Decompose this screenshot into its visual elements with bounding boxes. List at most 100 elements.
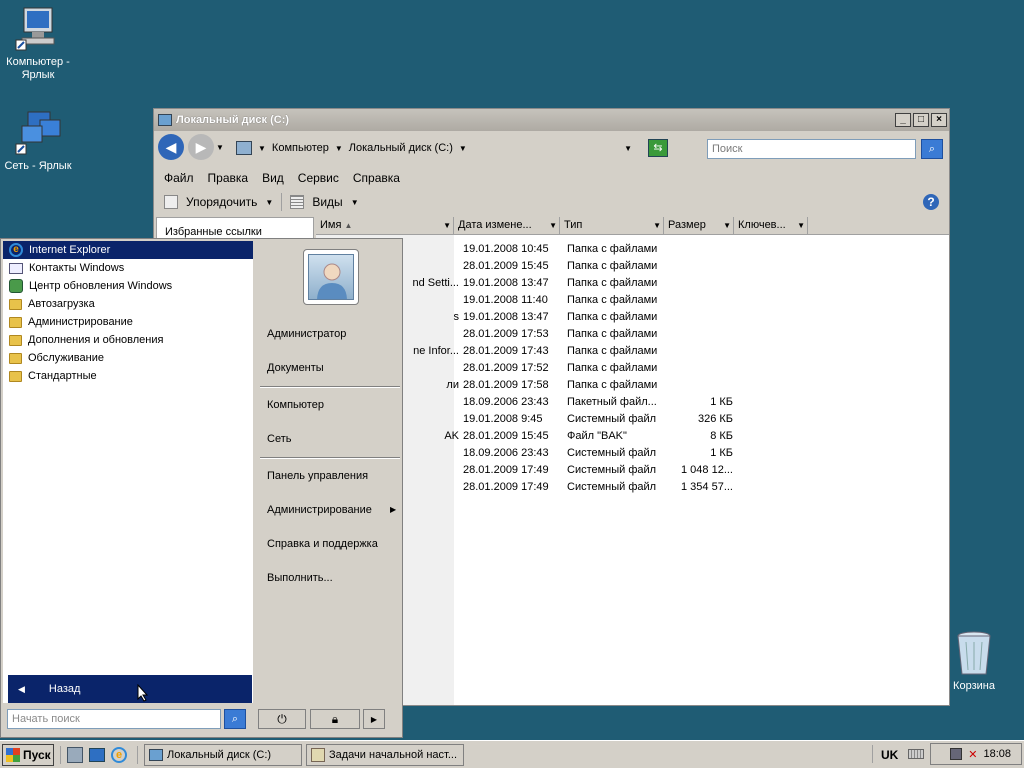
table-row[interactable]: nd Setti... 19.01.2008 13:47 Папка с файла… [316,277,949,294]
views-button[interactable]: Виды [312,195,342,209]
start-item-administrator[interactable]: Администратор [267,328,346,340]
desktop-icon-network[interactable]: Сеть - Ярлык [0,110,76,173]
back-button[interactable]: ◀ Назад [8,675,252,703]
folder-icon [9,316,22,328]
title-bar[interactable]: Локальный диск (C:) _ □ × [154,109,949,131]
breadcrumb-drive[interactable]: Локальный диск (C:) [349,142,453,154]
file-type: Папка с файлами [567,379,658,391]
table-row[interactable]: 28.01.2009 17:53 Папка с файлами [316,328,949,345]
table-row[interactable]: 28.01.2009 17:52 Папка с файлами [316,362,949,379]
refresh-icon[interactable]: ⇆ [648,139,668,157]
power-button[interactable]: ⏻ [258,709,306,729]
menu-edit[interactable]: Правка [208,171,249,185]
close-button[interactable]: × [931,113,947,127]
table-row[interactable]: 19.01.2008 9:45 Системный файл 326 КБ [316,413,949,430]
program-item[interactable]: Автозагрузка [3,295,253,313]
views-dropdown-icon[interactable]: ▼ [351,198,359,207]
program-item[interactable]: e Internet Explorer [3,241,253,259]
shutdown-options-button[interactable]: ▶ [363,709,385,729]
start-item-help[interactable]: Справка и поддержка [267,538,378,550]
column-size[interactable]: Размер ▼ [664,217,734,234]
lock-button[interactable]: 🔒︎ [310,709,360,729]
volume-muted-icon[interactable]: ✕ [968,748,977,761]
start-button[interactable]: Пуск [2,743,54,766]
help-icon[interactable]: ? [923,194,939,210]
window-title: Локальный диск (C:) [176,114,290,126]
program-item[interactable]: Стандартные [3,367,253,385]
file-size: 1 048 12... [681,464,733,476]
start-item-network[interactable]: Сеть [267,433,291,445]
table-row[interactable]: AK 28.01.2009 15:45 Файл "BAK" 8 КБ [316,430,949,447]
minimize-button[interactable]: _ [895,113,911,127]
organize-dropdown-icon[interactable]: ▼ [265,198,273,207]
ie-quicklaunch-icon[interactable]: e [111,746,127,763]
address-dropdown-icon[interactable]: ▼ [624,144,632,153]
table-row[interactable]: 18.09.2006 23:43 Системный файл 1 КБ [316,447,949,464]
organize-button[interactable]: Упорядочить [186,195,257,209]
start-item-documents[interactable]: Документы [267,362,324,374]
desktop-icon-computer[interactable]: Компьютер - Ярлык [0,6,76,82]
start-item-administration[interactable]: Администрирование [267,504,372,516]
table-row[interactable]: ne Infor... 28.01.2009 17:43 Папка с файла… [316,345,949,362]
network-status-icon[interactable] [950,748,963,760]
nav-history-dropdown-icon[interactable]: ▼ [216,143,224,152]
file-size: 1 354 57... [681,481,733,493]
language-indicator[interactable]: UK [881,748,898,762]
taskbar-explorer-button[interactable]: Локальный диск (C:) [144,743,302,766]
file-date: 28.01.2009 15:45 [463,260,549,272]
windows-logo-icon [6,747,20,762]
show-desktop-icon[interactable] [89,747,105,762]
table-row[interactable]: 19.01.2008 11:40 Папка с файлами [316,294,949,311]
search-button-icon[interactable]: ⌕ [921,139,943,159]
forward-button[interactable]: ▶ [188,134,214,160]
program-label: Администрирование [28,316,133,328]
column-keywords[interactable]: Ключев... ▼ [734,217,808,234]
table-row[interactable]: 28.01.2009 15:45 Папка с файлами [316,260,949,277]
start-search-button[interactable]: ⌕ [224,709,246,729]
start-item-run[interactable]: Выполнить... [267,572,333,584]
power-icon: ⏻ [277,711,287,726]
breadcrumb-arrow-icon[interactable]: ▼ [335,144,343,153]
table-row[interactable]: 19.01.2008 10:45 Папка с файлами [316,243,949,260]
clock[interactable]: 18:08 [983,748,1011,760]
start-search-input[interactable]: Начать поиск [7,709,221,729]
maximize-button[interactable]: □ [913,113,929,127]
table-row[interactable]: s 19.01.2008 13:47 Папка с файлами [316,311,949,328]
menu-separator [260,386,400,388]
back-button[interactable]: ◀ [158,134,184,160]
network-icon [14,110,62,158]
file-date: 28.01.2009 17:53 [463,328,549,340]
file-size [667,328,737,345]
server-manager-icon[interactable] [67,746,83,763]
breadcrumb-arrow-icon[interactable]: ▼ [459,144,467,153]
column-date[interactable]: Дата измене... ▼ [454,217,560,234]
menu-tools[interactable]: Сервис [298,171,339,185]
column-name[interactable]: Имя ▲ ▼ [316,217,454,234]
user-avatar[interactable] [303,249,359,305]
menu-file[interactable]: Файл [164,171,194,185]
start-item-computer[interactable]: Компьютер [267,399,324,411]
taskbar-tasks-button[interactable]: Задачи начальной наст... [306,743,464,766]
column-type[interactable]: Тип ▼ [560,217,664,234]
program-item[interactable]: Администрирование [3,313,253,331]
file-date: 19.01.2008 10:45 [463,243,549,255]
table-row[interactable]: 18.09.2006 23:43 Пакетный файл... 1 КБ [316,396,949,413]
file-date: 28.01.2009 17:52 [463,362,549,374]
menu-view[interactable]: Вид [262,171,284,185]
program-item[interactable]: Контакты Windows [3,259,253,277]
address-bar[interactable]: ▼ Компьютер ▼ Локальный диск (C:) ▼ ▼ ⇆ [232,137,668,159]
table-row[interactable]: ли 28.01.2009 17:58 Папка с файлами [316,379,949,396]
program-item[interactable]: Центр обновления Windows [3,277,253,295]
drive-icon [149,748,163,761]
file-date: 28.01.2009 15:45 [463,430,549,442]
table-row[interactable]: 28.01.2009 17:49 Системный файл 1 354 57..… [316,481,949,498]
breadcrumb-computer[interactable]: Компьютер [272,142,329,154]
search-input[interactable]: Поиск [707,139,916,159]
table-row[interactable]: 28.01.2009 17:49 Системный файл 1 048 12..… [316,464,949,481]
breadcrumb-arrow-icon[interactable]: ▼ [258,144,266,153]
keyboard-icon[interactable] [908,749,924,759]
menu-help[interactable]: Справка [353,171,400,185]
program-item[interactable]: Дополнения и обновления [3,331,253,349]
program-item[interactable]: Обслуживание [3,349,253,367]
start-item-control-panel[interactable]: Панель управления [267,470,368,482]
